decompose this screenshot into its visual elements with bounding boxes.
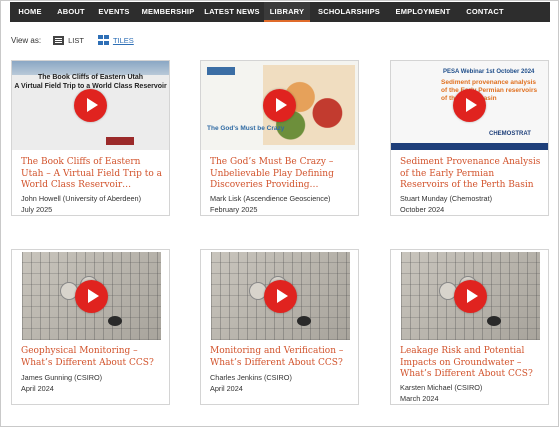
list-icon	[53, 35, 65, 45]
card-date: April 2024	[210, 384, 243, 393]
card-title[interactable]: The Book Cliffs of Eastern Utah – A Virt…	[21, 157, 163, 192]
video-card[interactable]: PESA Webinar 1st October 2024 Sediment p…	[390, 60, 549, 216]
video-card[interactable]: The Book Cliffs of Eastern Utah A Virtua…	[11, 60, 170, 216]
sample-blob	[297, 316, 311, 326]
nav-events[interactable]: EVENTS	[92, 2, 136, 22]
nav-latest-news[interactable]: LATEST NEWS	[200, 2, 264, 22]
card-date: July 2025	[21, 205, 53, 214]
video-card[interactable]: The God's Must be Crazy The God’s Must B…	[200, 60, 359, 216]
video-card[interactable]: Geophysical Monitoring – What’s Differen…	[11, 249, 170, 405]
card-author: Karsten Michael (CSIRO)	[400, 383, 483, 392]
play-icon[interactable]	[75, 280, 108, 313]
view-toggle-bar: View as: LIST TILES	[11, 33, 148, 47]
card-author: John Howell (University of Aberdeen)	[21, 194, 142, 203]
nav-library[interactable]: LIBRARY	[264, 2, 310, 22]
card-title[interactable]: The God’s Must Be Crazy – Unbelievable P…	[210, 157, 352, 192]
card-title[interactable]: Geophysical Monitoring – What’s Differen…	[21, 346, 163, 369]
tiles-view-button[interactable]: TILES	[97, 35, 134, 45]
sample-blob	[487, 316, 501, 326]
play-icon[interactable]	[454, 280, 487, 313]
pesa-logo	[207, 67, 235, 75]
card-title[interactable]: Leakage Risk and Potential Impacts on Gr…	[400, 346, 542, 381]
footer-bar	[391, 143, 548, 150]
video-thumbnail[interactable]: PESA Webinar 1st October 2024 Sediment p…	[391, 61, 548, 150]
card-author: Mark Lisk (Ascendience Geoscience)	[210, 194, 331, 203]
nav-scholarships[interactable]: SCHOLARSHIPS	[310, 2, 388, 22]
nav-employment[interactable]: EMPLOYMENT	[388, 2, 458, 22]
play-icon[interactable]	[263, 89, 296, 122]
play-icon[interactable]	[453, 89, 486, 122]
card-title[interactable]: Monitoring and Verification – What’s Dif…	[210, 346, 352, 369]
video-thumbnail[interactable]	[22, 252, 161, 340]
nav-membership[interactable]: MEMBERSHIP	[136, 2, 200, 22]
video-thumbnail[interactable]: The God's Must be Crazy	[201, 61, 358, 150]
nav-home[interactable]: HOME	[10, 2, 50, 22]
sample-blob	[108, 316, 122, 326]
card-author: Stuart Munday (Chemostrat)	[400, 194, 493, 203]
video-thumbnail[interactable]	[211, 252, 350, 340]
video-thumbnail[interactable]	[401, 252, 540, 340]
play-icon[interactable]	[74, 89, 107, 122]
card-date: October 2024	[400, 205, 445, 214]
thumbnail-header: PESA Webinar 1st October 2024	[443, 69, 535, 75]
list-view-button[interactable]: LIST	[53, 35, 84, 45]
card-date: February 2025	[210, 205, 258, 214]
nav-contact[interactable]: CONTACT	[458, 2, 512, 22]
card-date: April 2024	[21, 384, 54, 393]
tiles-view-label: TILES	[112, 35, 134, 45]
chemostrat-logo: CHEMOSTRAT	[489, 131, 531, 137]
card-author: Charles Jenkins (CSIRO)	[210, 373, 292, 382]
university-logo	[106, 137, 134, 145]
view-as-label: View as:	[11, 35, 42, 45]
card-title[interactable]: Sediment Provenance Analysis of the Earl…	[400, 157, 542, 192]
video-card[interactable]: Leakage Risk and Potential Impacts on Gr…	[390, 249, 549, 405]
tiles-icon	[97, 35, 109, 45]
main-nav: HOME ABOUT EVENTS MEMBERSHIP LATEST NEWS…	[10, 2, 550, 22]
video-card[interactable]: Monitoring and Verification – What’s Dif…	[200, 249, 359, 405]
video-thumbnail[interactable]: The Book Cliffs of Eastern Utah A Virtua…	[12, 61, 169, 150]
list-view-label: LIST	[68, 35, 84, 45]
thumbnail-title: The God's Must be Crazy	[207, 125, 285, 132]
nav-about[interactable]: ABOUT	[50, 2, 92, 22]
page-frame: HOME ABOUT EVENTS MEMBERSHIP LATEST NEWS…	[0, 0, 559, 427]
card-author: James Gunning (CSIRO)	[21, 373, 103, 382]
play-icon[interactable]	[264, 280, 297, 313]
card-date: March 2024	[400, 394, 439, 403]
